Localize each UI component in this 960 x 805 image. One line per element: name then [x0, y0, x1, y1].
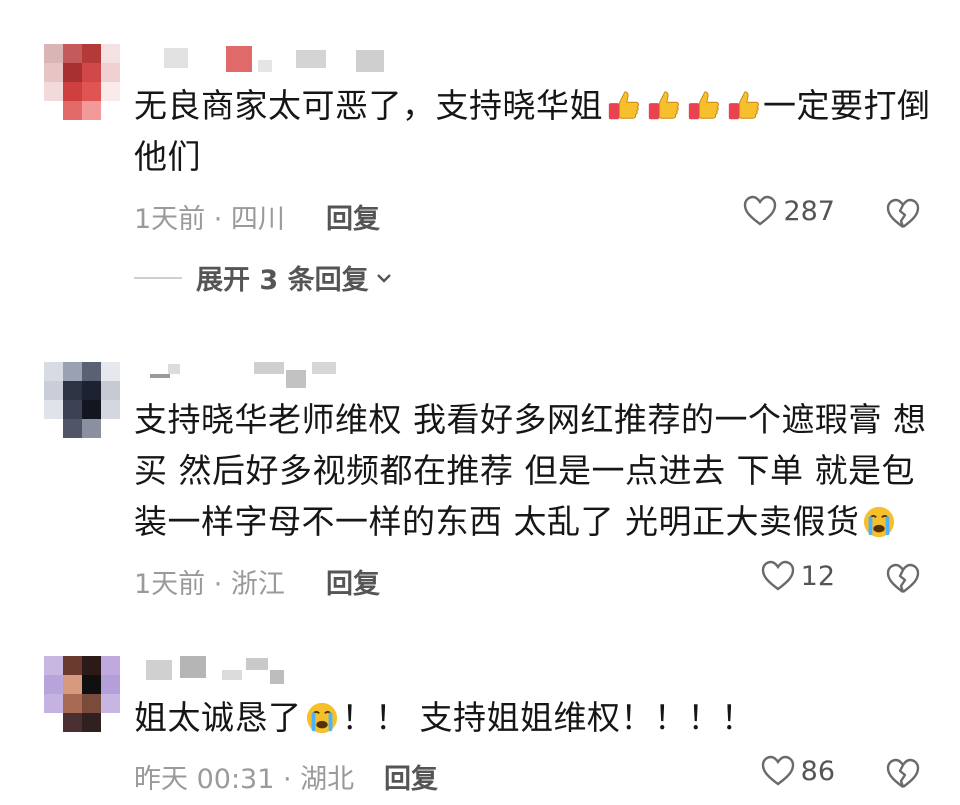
expand-replies-label: 展开 3 条回复: [196, 265, 369, 296]
like-count: 86: [800, 755, 835, 787]
reply-button[interactable]: 回复: [326, 562, 380, 601]
crying-face-icon: [305, 701, 339, 735]
username-blurred[interactable]: [146, 362, 346, 392]
comment-text-part2: ！！ 支持姐姐维权！！！！: [341, 698, 755, 737]
heart-outline-icon: [761, 560, 794, 591]
comment-time-location: 1天前 · 四川: [134, 204, 285, 235]
reply-button[interactable]: 回复: [384, 757, 438, 796]
thumbs-up-icon: [646, 89, 680, 123]
avatar[interactable]: [44, 44, 120, 120]
expand-replies-button[interactable]: 展开 3 条回复: [134, 258, 393, 297]
username-blurred[interactable]: [146, 656, 346, 686]
comment-text-part1: 支持晓华老师维权 我看好多网红推荐的一个遮瑕膏 想买 然后好多视频都在推荐 但是…: [134, 400, 927, 541]
like-button[interactable]: 86: [761, 755, 835, 787]
comment-text: 无良商家太可恶了，支持晓华姐 一定要打倒他们: [134, 80, 934, 182]
heart-outline-icon: [744, 195, 777, 226]
heart-outline-icon: [761, 755, 794, 786]
comment-text: 姐太诚恳了 ！！ 支持姐姐维权！！！！: [134, 692, 934, 743]
like-count: 287: [783, 195, 835, 227]
broken-heart-icon[interactable]: [886, 562, 920, 596]
crying-face-icon: [862, 505, 896, 539]
broken-heart-icon[interactable]: [886, 757, 920, 791]
like-button[interactable]: 12: [761, 560, 835, 592]
comment-text-part1: 姐太诚恳了: [134, 698, 302, 737]
comment-text-part1: 无良商家太可恶了，支持晓华姐: [134, 86, 603, 125]
divider-line: [134, 276, 182, 279]
comment-text: 支持晓华老师维权 我看好多网红推荐的一个遮瑕膏 想买 然后好多视频都在推荐 但是…: [134, 394, 934, 547]
thumbs-up-icon: [606, 89, 640, 123]
avatar[interactable]: [44, 656, 120, 732]
broken-heart-icon[interactable]: [886, 197, 920, 231]
comment-time-location: 1天前 · 浙江: [134, 569, 285, 600]
comment-time-location: 昨天 00:31 · 湖北: [134, 764, 355, 795]
reply-button[interactable]: 回复: [326, 197, 380, 236]
thumbs-up-icon: [686, 89, 720, 123]
avatar[interactable]: [44, 362, 120, 438]
thumbs-up-icon: [726, 89, 760, 123]
like-count: 12: [800, 560, 835, 592]
like-button[interactable]: 287: [743, 195, 835, 227]
username-blurred[interactable]: [146, 44, 406, 74]
chevron-down-icon: [376, 273, 391, 283]
